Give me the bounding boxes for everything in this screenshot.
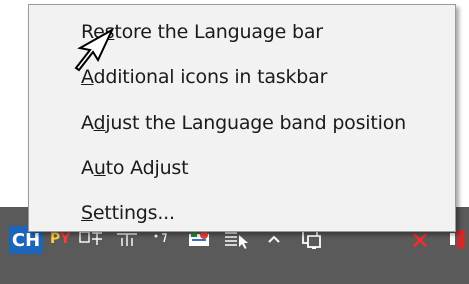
ime-mode-left: P: [50, 231, 61, 247]
menu-item-label-part: to Adjust: [105, 157, 189, 179]
language-code: CH: [11, 229, 41, 251]
menu-item-label-part: dditional icons in taskbar: [93, 66, 328, 88]
mouse-cursor-icon: [74, 27, 115, 72]
menu-item-label-part: just the Language band position: [105, 112, 406, 134]
menu-item-label-part: ettings...: [92, 202, 175, 224]
menu-item-accelerator: d: [93, 112, 106, 134]
ime-settings-glyph: [189, 231, 209, 246]
menu-item-label-part: A: [81, 112, 94, 134]
menu-item-settings[interactable]: Settings...: [81, 202, 175, 224]
menu-item-adjust-band-position[interactable]: Adjust the Language band position: [81, 112, 406, 134]
soft-keyboard-glyph: [154, 233, 167, 243]
ime-mode-right: Y: [60, 231, 71, 247]
menu-item-auto-adjust[interactable]: Auto Adjust: [81, 157, 189, 179]
ime-menu-glyph: [225, 232, 248, 249]
full-half-width-glyph: [79, 231, 102, 245]
menu-item-accelerator: u: [93, 157, 106, 179]
menu-item-restore-language-bar[interactable]: Restore the Language bar: [81, 21, 323, 43]
punctuation-glyph: [117, 233, 137, 246]
menu-item-label-part: tore the Language bar: [114, 21, 323, 43]
menu-item-label-part: A: [81, 157, 94, 179]
menu-item-additional-icons[interactable]: Additional icons in taskbar: [81, 66, 327, 88]
close-x-icon[interactable]: ✕: [408, 227, 432, 255]
chevron-up-icon: [268, 235, 280, 243]
menu-item-accelerator: S: [81, 202, 93, 224]
